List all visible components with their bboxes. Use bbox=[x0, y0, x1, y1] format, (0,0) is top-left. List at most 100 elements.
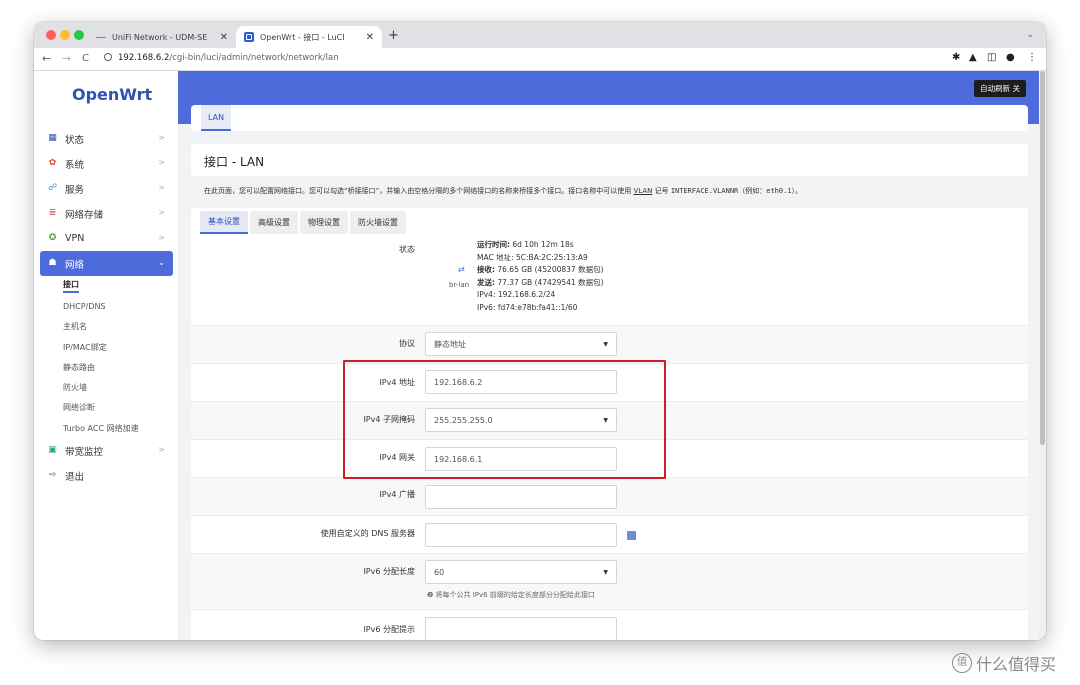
browser-tab-openwrt[interactable]: OpenWrt - 接口 - LuCI ✕ bbox=[236, 26, 382, 48]
sub-label: 网络诊断 bbox=[63, 403, 95, 413]
interface-tabs: LAN bbox=[191, 105, 1028, 131]
close-window-icon[interactable] bbox=[46, 30, 56, 40]
storage-icon: ≣ bbox=[48, 208, 57, 218]
sidebar-sub-turboacc[interactable]: Turbo ACC 网络加速 bbox=[40, 418, 173, 438]
tab-physical[interactable]: 物理设置 bbox=[300, 211, 348, 234]
tab-firewall[interactable]: 防火墙设置 bbox=[350, 211, 406, 234]
ipv6-assign-label: IPv6 分配长度 bbox=[363, 567, 415, 576]
openwrt-favicon-icon bbox=[244, 32, 254, 42]
sidebar-item-system[interactable]: ✿ 系统 > bbox=[40, 151, 173, 176]
rx-value: 76.65 GB (45200837 数据包) bbox=[495, 265, 604, 274]
ipv6-assign-hint: ❷ 将每个公共 IPv6 前缀的给定长度部分分配给此接口 bbox=[427, 591, 595, 599]
mac-label: MAC 地址: bbox=[477, 252, 514, 262]
ipv4-broadcast-row: IPv4 广播 bbox=[191, 477, 1028, 515]
tx-value: 77.37 GB (47429541 数据包) bbox=[495, 277, 604, 287]
back-icon[interactable]: ← bbox=[42, 52, 51, 65]
minimize-window-icon[interactable] bbox=[60, 30, 70, 40]
protocol-row: 协议 静态地址 ▼ bbox=[191, 325, 1028, 363]
chevron-right-icon: > bbox=[158, 445, 165, 455]
ipv4-broadcast-input[interactable] bbox=[425, 485, 617, 509]
sidebar-sub-firewall[interactable]: 防火墙 bbox=[40, 377, 173, 397]
more-menu-icon[interactable]: ⋮ bbox=[1027, 52, 1037, 63]
scrollbar-thumb[interactable] bbox=[1040, 71, 1045, 445]
protocol-select[interactable]: 静态地址 ▼ bbox=[425, 332, 617, 356]
sidebar-sub-interfaces[interactable]: 接口 bbox=[40, 276, 173, 296]
luci-page: OpenWrt ▦ 状态 > ✿ 系统 > ☍ 服务 > ≣ 网络存储 > ✪ … bbox=[34, 71, 1046, 640]
tab-search-icon[interactable]: ⌄ bbox=[1026, 30, 1034, 40]
browser-window: UniFi Network - UDM-SE ✕ OpenWrt - 接口 - … bbox=[34, 22, 1046, 640]
ipv6-hint-label: IPv6 分配提示 bbox=[363, 625, 415, 634]
sidebar: OpenWrt ▦ 状态 > ✿ 系统 > ☍ 服务 > ≣ 网络存储 > ✪ … bbox=[34, 71, 178, 640]
chevron-right-icon: > bbox=[158, 158, 165, 167]
sidebar-item-label: 网络 bbox=[65, 259, 85, 271]
url-field[interactable]: 192.168.6.2/cgi-bin/luci/admin/network/n… bbox=[104, 53, 339, 63]
desc-text: 在此页面，您可以配置网络接口。您可以勾选“桥接接口”，并输入由空格分隔的多个网络… bbox=[204, 187, 634, 195]
sidebar-item-label: 带宽监控 bbox=[65, 446, 104, 458]
monitor-icon: ▣ bbox=[48, 445, 57, 456]
url-path: /cgi-bin/luci/admin/network/network/lan bbox=[169, 53, 339, 63]
ipv6-assign-select[interactable]: 60 ▼ bbox=[425, 560, 617, 584]
add-entry-icon[interactable] bbox=[627, 531, 636, 540]
logout-icon: ⇨ bbox=[48, 470, 57, 481]
extensions-icon[interactable]: ✱ bbox=[952, 52, 960, 63]
page-scrollbar[interactable] bbox=[1039, 71, 1046, 640]
tab-lan[interactable]: LAN bbox=[201, 105, 232, 131]
ipv6-status: IPv6: fd74:e78b:fa41::1/60 bbox=[477, 302, 578, 312]
new-tab-button[interactable]: + bbox=[388, 28, 399, 43]
maximize-window-icon[interactable] bbox=[74, 30, 84, 40]
ipv6-assign-row: IPv6 分配长度 60 ▼ ❷ 将每个公共 IPv6 前缀的给定长度部分分配给此… bbox=[191, 553, 1028, 609]
tab-advanced[interactable]: 高级设置 bbox=[250, 211, 298, 234]
tab-close-icon[interactable]: ✕ bbox=[366, 32, 374, 43]
sidebar-item-nas[interactable]: ≣ 网络存储 > bbox=[40, 201, 173, 226]
protocol-value: 静态地址 bbox=[434, 339, 466, 349]
tab-close-icon[interactable]: ✕ bbox=[220, 32, 228, 43]
page-description: 在此页面，您可以配置网络接口。您可以勾选“桥接接口”，并输入由空格分隔的多个网络… bbox=[204, 186, 802, 196]
url-host: 192.168.6.2 bbox=[118, 53, 170, 63]
vpn-icon: ✪ bbox=[48, 233, 57, 243]
ipv4-netmask-select[interactable]: 255.255.255.0 ▼ bbox=[425, 408, 617, 432]
sidebar-item-status[interactable]: ▦ 状态 > bbox=[40, 126, 173, 151]
loading-dash-icon bbox=[96, 36, 106, 38]
sidebar-sub-diagnostics[interactable]: 网络诊断 bbox=[40, 398, 173, 418]
sub-label: 静态路由 bbox=[63, 362, 95, 372]
sidebar-sub-dhcp[interactable]: DHCP/DNS bbox=[40, 296, 173, 316]
sidebar-sub-ipmac[interactable]: IP/MAC绑定 bbox=[40, 337, 173, 357]
ipv4-address-input[interactable]: 192.168.6.2 bbox=[425, 370, 617, 394]
mac-value: 5C:BA:2C:25:13:A9 bbox=[513, 252, 588, 262]
form-tabs: 基本设置 高级设置 物理设置 防火墙设置 bbox=[200, 211, 408, 234]
sidebar-item-logout[interactable]: ⇨ 退出 bbox=[40, 463, 173, 488]
openwrt-logo[interactable]: OpenWrt bbox=[72, 85, 152, 104]
sidebar-item-bandwidth[interactable]: ▣ 带宽监控 > bbox=[40, 438, 173, 463]
watermark-text: 什么值得买 bbox=[976, 655, 1057, 674]
tab-general[interactable]: 基本设置 bbox=[200, 211, 248, 234]
code-text: eth0.1 bbox=[766, 187, 792, 195]
address-bar: ← → C 192.168.6.2/cgi-bin/luci/admin/net… bbox=[34, 48, 1046, 71]
browser-tab-unifi[interactable]: UniFi Network - UDM-SE ✕ bbox=[88, 26, 236, 48]
ipv6-hint-input[interactable] bbox=[425, 617, 617, 640]
profile-icon[interactable]: ● bbox=[1006, 52, 1015, 63]
tab-title: UniFi Network - UDM-SE bbox=[112, 32, 208, 42]
caret-down-icon: ▼ bbox=[603, 569, 608, 576]
sidebar-sub-hostnames[interactable]: 主机名 bbox=[40, 317, 173, 337]
ethernet-icon: ⇄ bbox=[458, 265, 465, 274]
sidebar-item-network[interactable]: ☗ 网络 ⌄ bbox=[40, 251, 173, 276]
sidebar-item-services[interactable]: ☍ 服务 > bbox=[40, 176, 173, 201]
reload-icon[interactable]: C bbox=[82, 53, 89, 64]
flask-icon[interactable]: ▲ bbox=[969, 52, 977, 63]
sidepanel-icon[interactable]: ◫ bbox=[987, 52, 996, 63]
dashboard-icon: ▦ bbox=[48, 133, 57, 143]
ipv4-gateway-input[interactable]: 192.168.6.1 bbox=[425, 447, 617, 471]
ipv4-address-label: IPv4 地址 bbox=[379, 378, 415, 387]
tab-title: OpenWrt - 接口 - LuCI bbox=[260, 32, 345, 42]
sidebar-sub-routes[interactable]: 静态路由 bbox=[40, 357, 173, 377]
ipv4-gateway-value: 192.168.6.1 bbox=[434, 454, 483, 464]
auto-refresh-button[interactable]: 自动刷新 关 bbox=[974, 80, 1026, 97]
ipv4-gateway-label: IPv4 网关 bbox=[379, 453, 415, 462]
desc-text: 记号 bbox=[652, 187, 671, 195]
forward-icon[interactable]: → bbox=[62, 52, 71, 65]
chevron-down-icon: ⌄ bbox=[158, 258, 165, 267]
site-info-icon[interactable] bbox=[104, 53, 112, 61]
sidebar-item-vpn[interactable]: ✪ VPN > bbox=[40, 226, 173, 251]
ipv6-hint-row: IPv6 分配提示 bbox=[191, 609, 1028, 640]
custom-dns-input[interactable] bbox=[425, 523, 617, 547]
